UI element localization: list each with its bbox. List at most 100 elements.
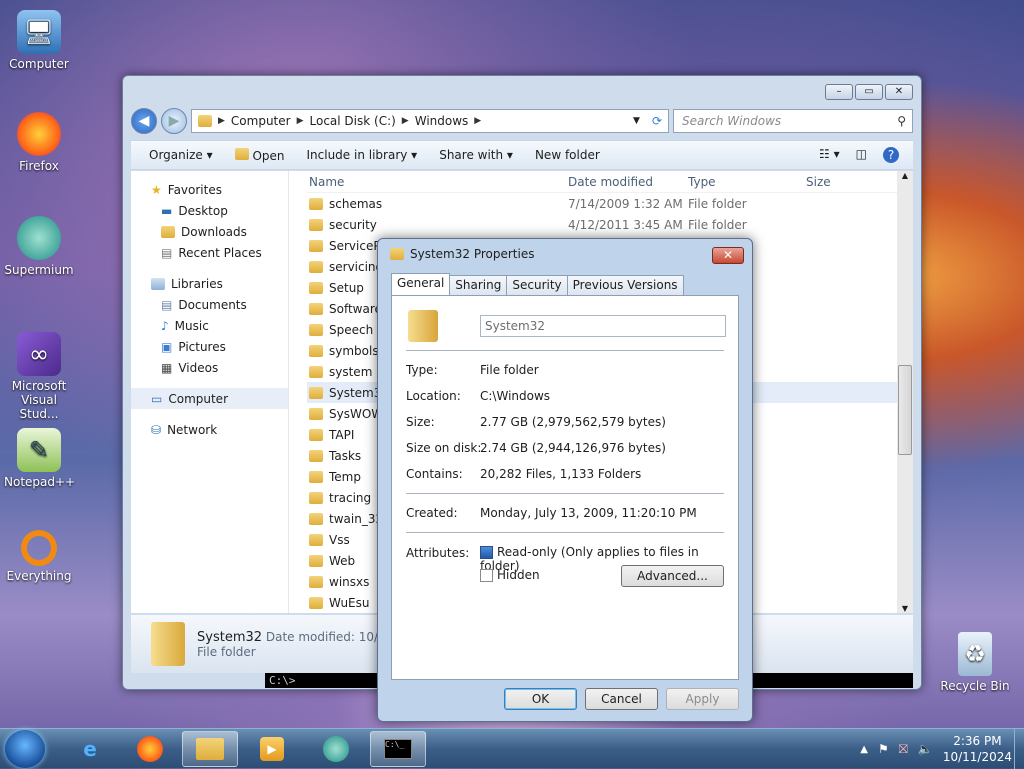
organize-button[interactable]: Organize ▾ bbox=[149, 148, 213, 162]
folder-icon bbox=[309, 407, 323, 420]
tab-sharing[interactable]: Sharing bbox=[449, 275, 508, 295]
view-options-icon[interactable]: ☷ ▾ bbox=[819, 147, 840, 163]
show-hidden-icons-icon[interactable]: ▲ bbox=[860, 744, 868, 755]
computer-icon: 🖥 bbox=[17, 10, 61, 54]
folder-icon bbox=[309, 596, 323, 609]
action-center-icon[interactable]: ⚑ bbox=[878, 742, 889, 756]
desktop-icon-recycle-bin[interactable]: ♻ Recycle Bin bbox=[940, 632, 1010, 693]
apply-button[interactable]: Apply bbox=[666, 688, 739, 710]
visual-studio-icon: ∞ bbox=[17, 332, 61, 376]
nav-favorites[interactable]: ★ Favorites bbox=[131, 179, 288, 200]
close-button[interactable]: ✕ bbox=[885, 84, 913, 100]
file-date-cell: 7/14/2009 1:32 AM bbox=[568, 196, 683, 211]
folder-icon bbox=[309, 260, 323, 273]
created-label: Created: bbox=[406, 506, 458, 520]
taskbar-firefox[interactable] bbox=[122, 731, 178, 767]
network-icon: ⛁ bbox=[151, 422, 162, 437]
scroll-down-icon[interactable]: ▼ bbox=[897, 604, 913, 613]
tab-security[interactable]: Security bbox=[506, 275, 568, 295]
column-date-modified[interactable]: Date modified bbox=[568, 175, 688, 189]
computer-icon: ▭ bbox=[151, 391, 163, 406]
back-button[interactable]: ◀ bbox=[131, 108, 157, 134]
chevron-down-icon[interactable]: ▼ bbox=[633, 116, 646, 126]
status-name: System32 bbox=[197, 629, 263, 645]
open-button[interactable]: Open bbox=[234, 147, 285, 163]
desktop-icon-firefox[interactable]: Firefox bbox=[4, 112, 74, 173]
folder-name-field[interactable]: System32 bbox=[480, 315, 726, 337]
advanced-button[interactable]: Advanced... bbox=[621, 565, 724, 587]
breadcrumb-local-disk[interactable]: Local Disk (C:) bbox=[310, 114, 396, 128]
dialog-close-button[interactable]: ✕ bbox=[712, 247, 744, 264]
taskbar-internet-explorer[interactable]: e bbox=[62, 731, 118, 767]
general-panel: System32 Type: File folder Location: C:\… bbox=[391, 295, 739, 680]
desktop-icon-notepadpp[interactable]: ✎ Notepad++ bbox=[4, 428, 75, 489]
table-row[interactable]: security 4/12/2011 3:45 AM File folder bbox=[307, 214, 897, 235]
vertical-scrollbar[interactable]: ▲ ▼ bbox=[897, 171, 913, 613]
cancel-button[interactable]: Cancel bbox=[585, 688, 658, 710]
notepadpp-icon: ✎ bbox=[17, 428, 61, 472]
dialog-tabs: General Sharing Security Previous Versio… bbox=[391, 273, 684, 295]
supermium-icon bbox=[17, 216, 61, 260]
scrollbar-thumb[interactable] bbox=[898, 365, 912, 455]
folder-icon bbox=[309, 344, 323, 357]
breadcrumb-windows[interactable]: Windows bbox=[415, 114, 469, 128]
nav-libraries[interactable]: Libraries bbox=[131, 273, 288, 294]
nav-pictures[interactable]: ▣ Pictures bbox=[131, 336, 288, 357]
taskbar-command-prompt[interactable]: C:\_ bbox=[370, 731, 426, 767]
properties-dialog[interactable]: System32 Properties ✕ General Sharing Se… bbox=[377, 238, 753, 722]
location-value: C:\Windows bbox=[480, 389, 551, 403]
nav-desktop[interactable]: ▬ Desktop bbox=[131, 200, 288, 221]
desktop-icon-supermium[interactable]: Supermium bbox=[4, 216, 74, 277]
tab-general[interactable]: General bbox=[391, 273, 451, 295]
hidden-checkbox[interactable]: Hidden bbox=[480, 568, 540, 582]
breadcrumb-computer[interactable]: Computer bbox=[231, 114, 291, 128]
desktop-icon: ▬ bbox=[161, 203, 173, 218]
network-error-icon[interactable]: ⛝ bbox=[899, 742, 908, 757]
column-name[interactable]: Name bbox=[307, 175, 568, 189]
clock[interactable]: 2:36 PM 10/11/2024 bbox=[943, 733, 1012, 765]
nav-recent-places[interactable]: ▤ Recent Places bbox=[131, 242, 288, 263]
folder-icon bbox=[151, 622, 185, 666]
share-with-button[interactable]: Share with ▾ bbox=[439, 148, 513, 162]
nav-network[interactable]: ⛁ Network bbox=[131, 419, 288, 440]
taskbar-explorer[interactable] bbox=[182, 731, 238, 767]
column-size[interactable]: Size bbox=[806, 175, 886, 189]
desktop-icon-visual-studio[interactable]: ∞ Microsoft Visual Stud... bbox=[4, 332, 74, 421]
nav-downloads[interactable]: Downloads bbox=[131, 221, 288, 242]
file-type-cell: File folder bbox=[688, 196, 747, 211]
desktop-icon-computer[interactable]: 🖥 Computer bbox=[4, 10, 74, 71]
nav-computer[interactable]: ▭ Computer bbox=[131, 388, 288, 409]
scroll-up-icon[interactable]: ▲ bbox=[897, 171, 913, 180]
forward-button[interactable]: ▶ bbox=[161, 108, 187, 134]
taskbar-supermium[interactable] bbox=[308, 731, 364, 767]
taskbar-media-player[interactable]: ▶ bbox=[244, 731, 300, 767]
show-desktop-button[interactable] bbox=[1014, 729, 1024, 769]
start-button[interactable] bbox=[5, 730, 45, 768]
minimize-button[interactable]: – bbox=[825, 84, 853, 100]
table-row[interactable]: schemas 7/14/2009 1:32 AM File folder bbox=[307, 193, 897, 214]
new-folder-button[interactable]: New folder bbox=[535, 148, 600, 162]
maximize-button[interactable]: ▭ bbox=[855, 84, 883, 100]
search-input[interactable]: Search Windows ⚲ bbox=[673, 109, 913, 133]
help-icon[interactable]: ? bbox=[883, 147, 899, 163]
preview-pane-icon[interactable]: ◫ bbox=[856, 147, 867, 163]
checkbox-indeterminate-icon bbox=[480, 546, 493, 559]
desktop-icon-everything[interactable]: Everything bbox=[4, 530, 74, 583]
supermium-icon bbox=[323, 736, 349, 762]
nav-videos[interactable]: ▦ Videos bbox=[131, 357, 288, 378]
refresh-icon[interactable]: ⟳ bbox=[652, 114, 668, 128]
recycle-bin-icon: ♻ bbox=[958, 632, 992, 676]
include-in-library-button[interactable]: Include in library ▾ bbox=[307, 148, 418, 162]
address-bar[interactable]: ▶ Computer ▶ Local Disk (C:) ▶ Windows ▶… bbox=[191, 109, 669, 133]
nav-documents[interactable]: ▤ Documents bbox=[131, 294, 288, 315]
star-icon: ★ bbox=[151, 182, 162, 197]
libraries-icon bbox=[151, 277, 165, 290]
volume-icon[interactable]: 🔈 bbox=[918, 742, 933, 756]
folder-icon bbox=[309, 281, 323, 294]
nav-music[interactable]: ♪ Music bbox=[131, 315, 288, 336]
column-type[interactable]: Type bbox=[688, 175, 806, 189]
taskbar: e ▶ C:\_ ▲ ⚑ ⛝ 🔈 2:36 PM 10/11/2024 bbox=[0, 728, 1024, 769]
folder-icon bbox=[309, 239, 323, 252]
tab-previous-versions[interactable]: Previous Versions bbox=[566, 275, 684, 295]
ok-button[interactable]: OK bbox=[504, 688, 577, 710]
